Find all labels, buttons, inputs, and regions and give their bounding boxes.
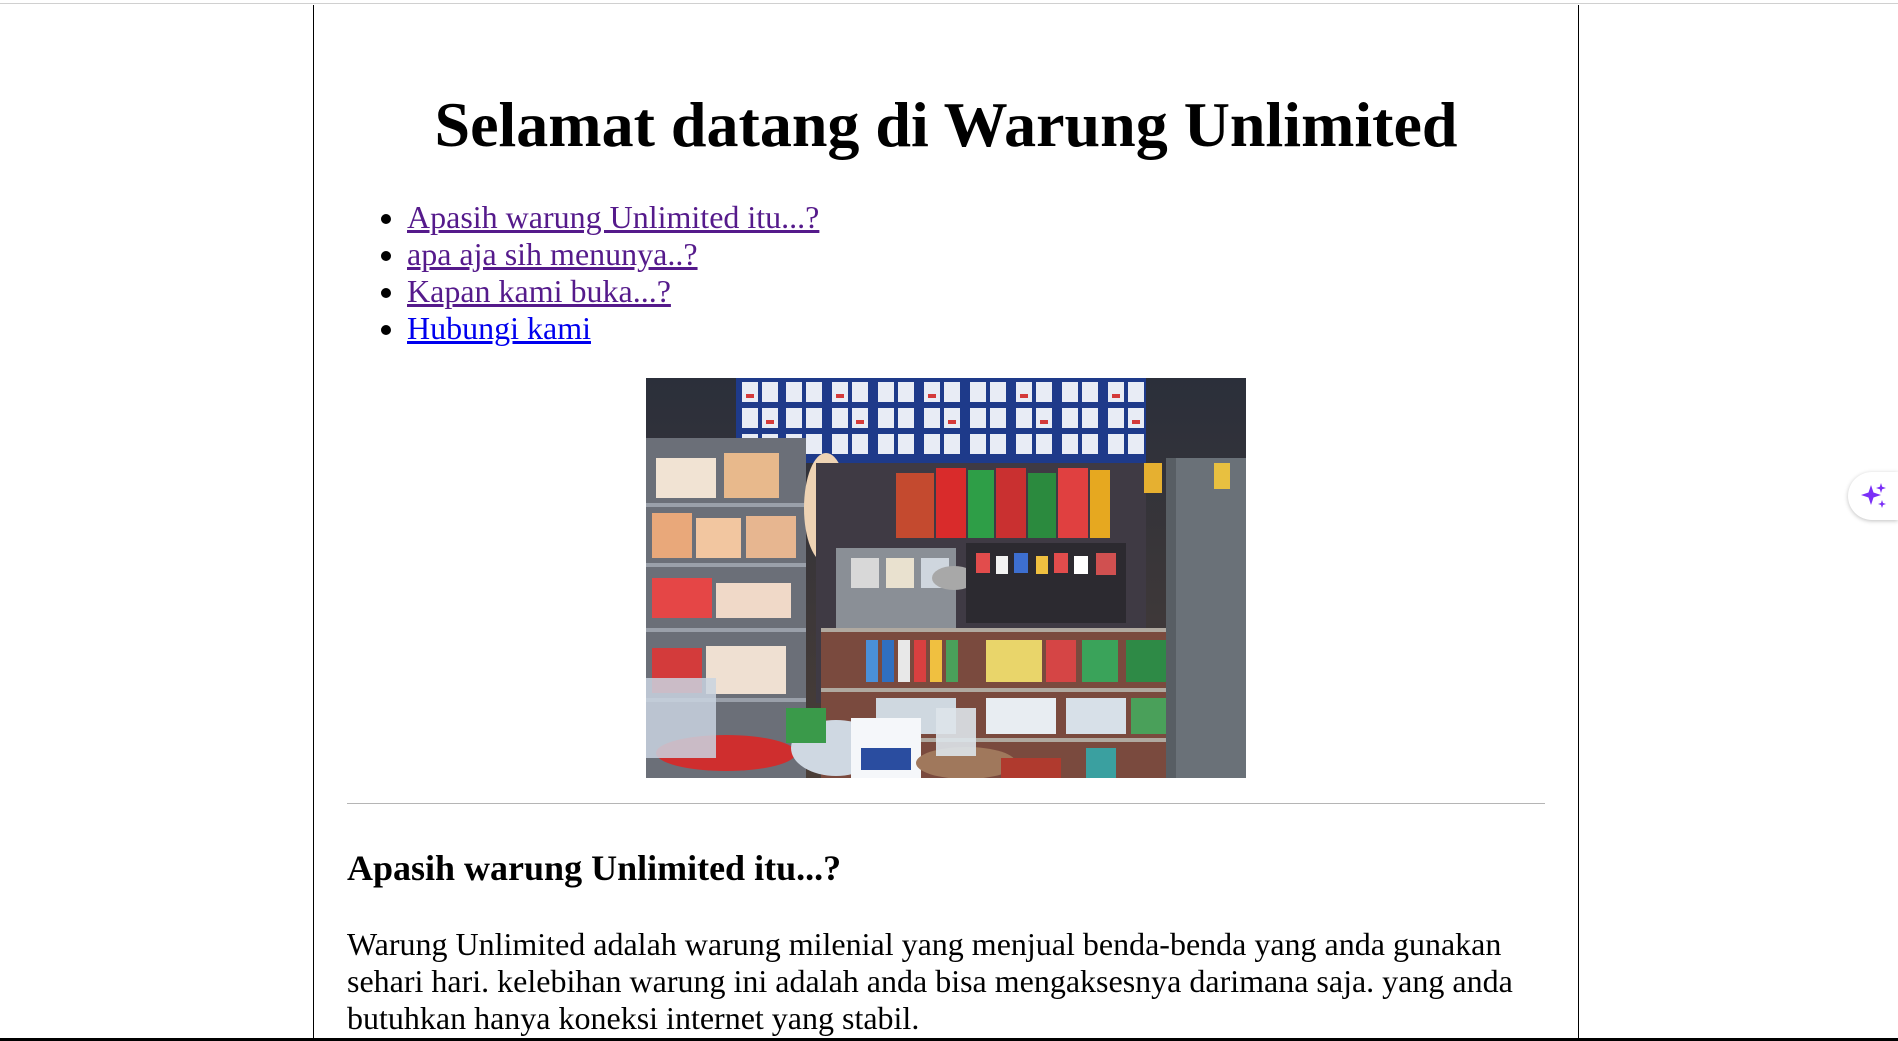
nav-link-contact[interactable]: Hubungi kami [407,310,591,346]
nav-link-menu[interactable]: apa aja sih menunya..? [407,236,698,272]
warung-photo-illustration [646,378,1246,778]
nav-list: Apasih warung Unlimited itu...? apa aja … [347,199,1545,347]
nav-item: Apasih warung Unlimited itu...? [407,199,1545,236]
nav-link-hours[interactable]: Kapan kami buka...? [407,273,671,309]
section-divider [347,803,1545,805]
page-container: Selamat datang di Warung Unlimited Apasi… [313,5,1579,1041]
nav-item: Kapan kami buka...? [407,273,1545,310]
section-heading: Apasih warung Unlimited itu...? [347,848,842,888]
top-divider [0,3,1898,4]
section-body: Warung Unlimited adalah warung milenial … [347,926,1513,1036]
warung-photo [646,378,1246,778]
sparkle-icon [1861,483,1886,508]
assistant-widget-button[interactable] [1848,472,1898,520]
nav-link-about[interactable]: Apasih warung Unlimited itu...? [407,199,819,235]
page-title: Selamat datang di Warung Unlimited [434,89,1458,160]
browser-viewport: Selamat datang di Warung Unlimited Apasi… [0,0,1898,1041]
nav-item: Hubungi kami [407,310,1545,347]
nav-item: apa aja sih menunya..? [407,236,1545,273]
